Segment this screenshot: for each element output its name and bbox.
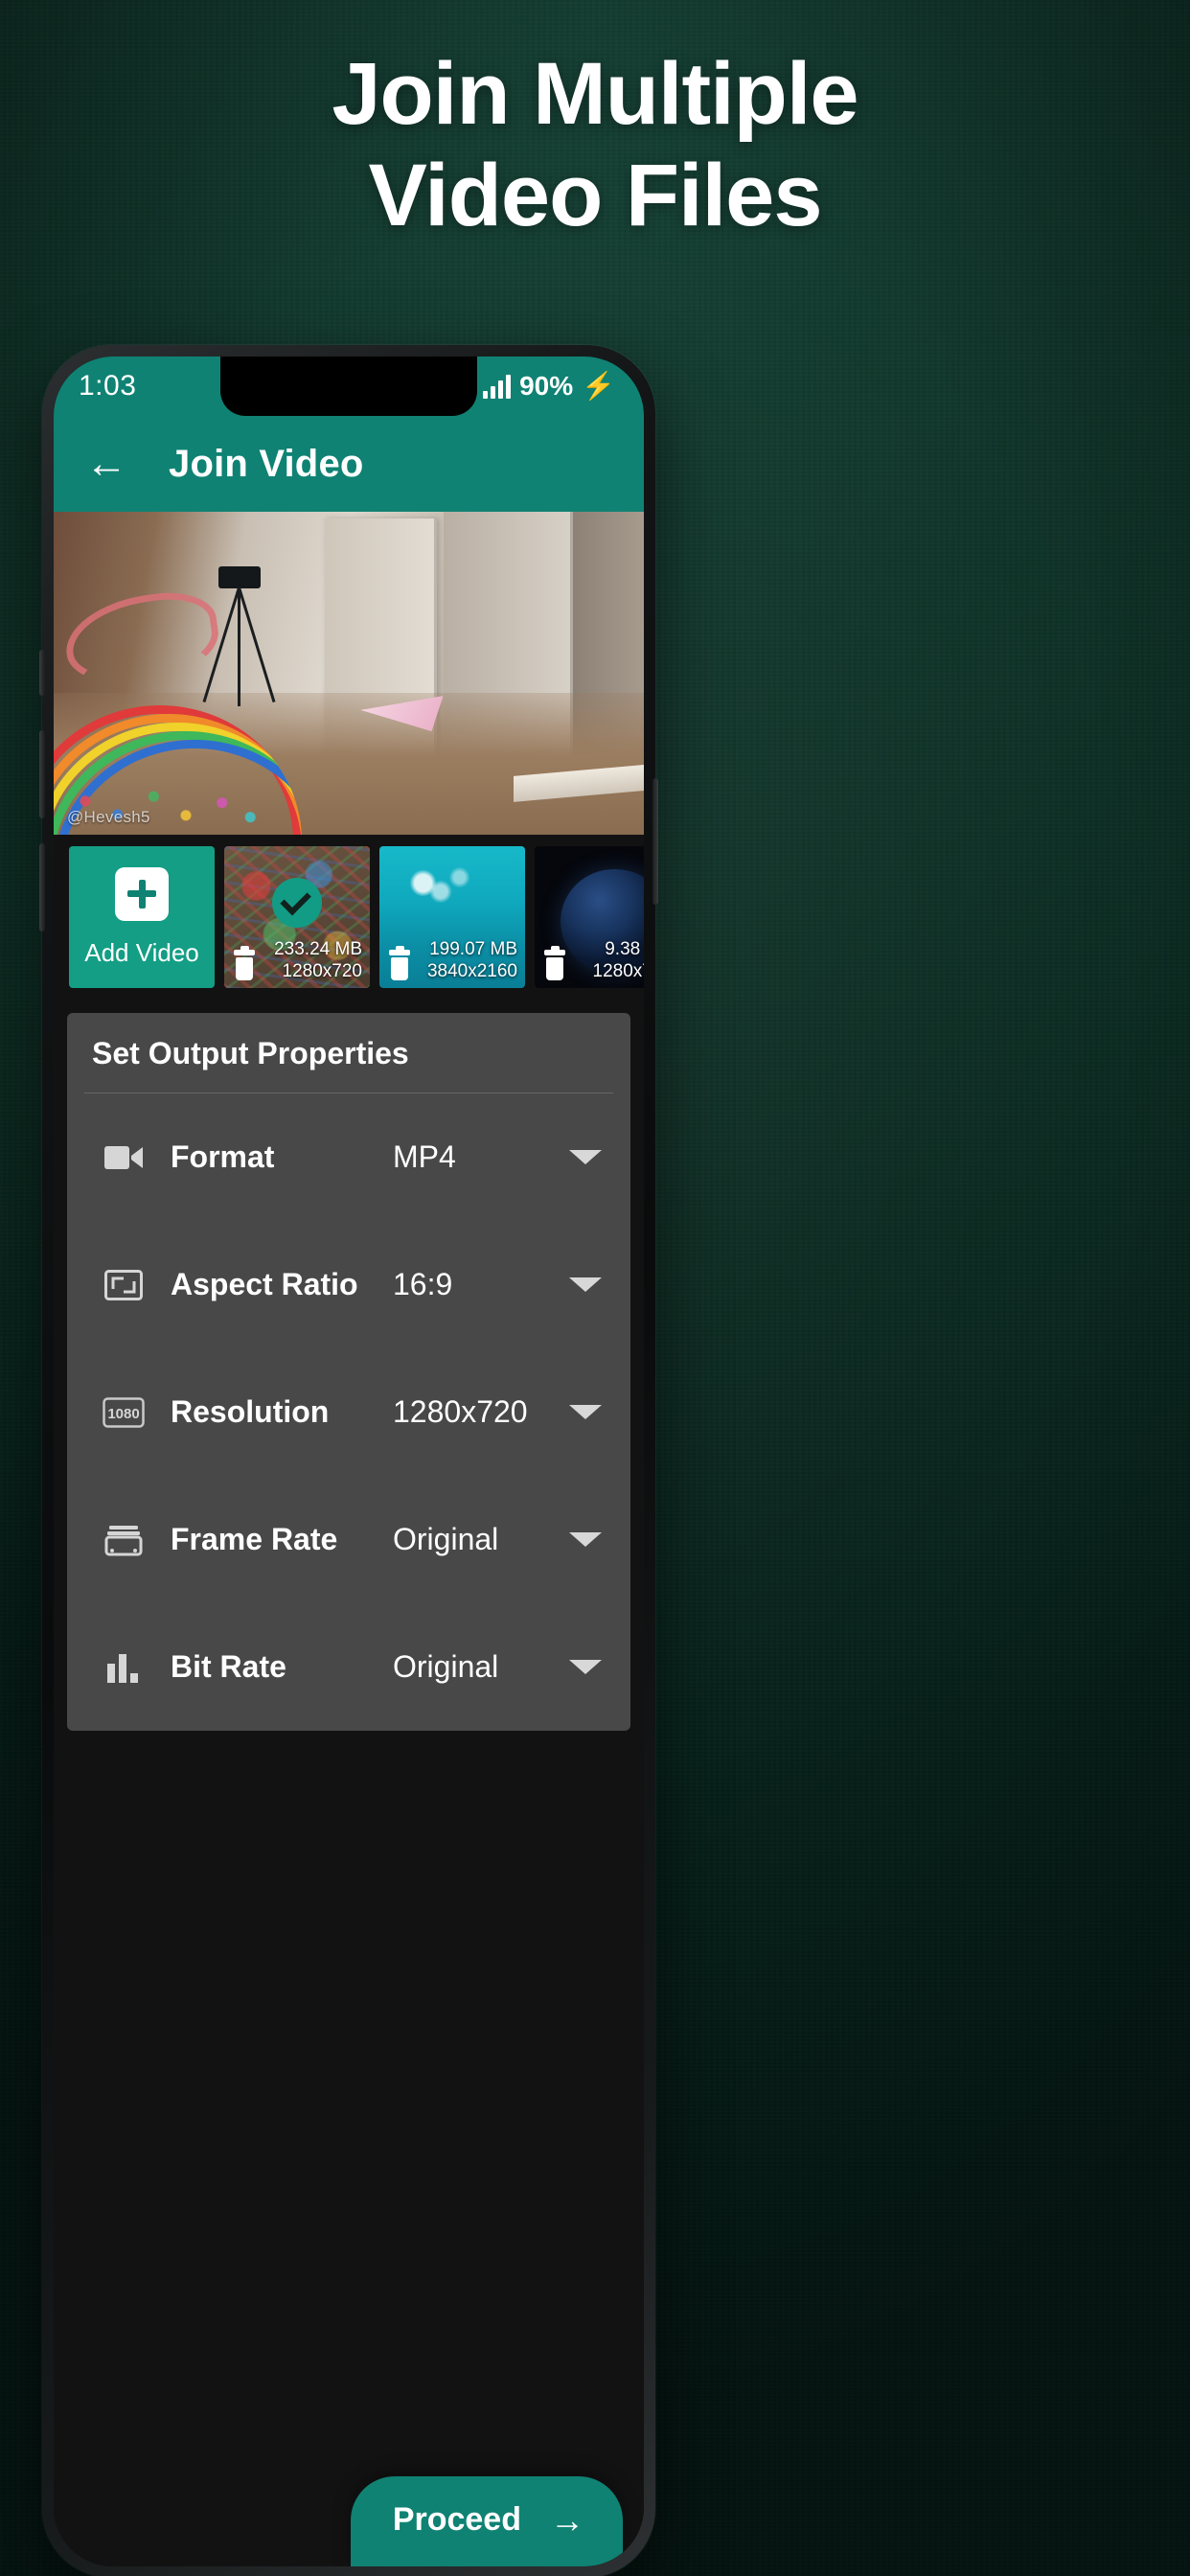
- property-row-aspect-ratio[interactable]: Aspect Ratio 16:9: [67, 1221, 630, 1348]
- property-row-format[interactable]: Format MP4: [67, 1093, 630, 1221]
- svg-text:1080: 1080: [107, 1406, 139, 1422]
- headline-line-1: Join Multiple: [332, 45, 858, 143]
- property-row-frame-rate[interactable]: Frame Rate Original: [67, 1476, 630, 1603]
- volume-down-button: [39, 843, 45, 932]
- back-arrow-icon[interactable]: ←: [84, 442, 128, 486]
- arrow-right-icon: →: [550, 2499, 584, 2540]
- property-label: Frame Rate: [171, 1522, 338, 1556]
- property-label: Resolution: [171, 1394, 330, 1429]
- thumbnail-size: 199.07 MB: [429, 938, 517, 959]
- video-thumbnail-item[interactable]: 233.24 MB 1280x720: [224, 846, 370, 988]
- property-value: Original: [393, 1649, 499, 1684]
- app-screen: 1:03 ⋮ 90% ⚡ ← Join Video: [54, 356, 644, 2566]
- delete-icon[interactable]: [542, 946, 567, 980]
- video-thumbnail-strip[interactable]: Add Video 233.24 MB 1280x720 199.07 MB 3…: [54, 835, 644, 998]
- property-value: Original: [393, 1522, 499, 1556]
- output-properties-title: Set Output Properties: [92, 1036, 409, 1070]
- chevron-down-icon[interactable]: [569, 1277, 602, 1292]
- power-button: [652, 778, 658, 905]
- videocam-icon: [102, 1144, 146, 1171]
- thumbnail-size: 233.24 MB: [274, 938, 362, 959]
- phone-screen-bezel: 1:03 ⋮ 90% ⚡ ← Join Video: [54, 356, 644, 2566]
- delete-icon[interactable]: [387, 946, 412, 980]
- property-value: 16:9: [393, 1267, 453, 1301]
- thumbnail-resolution: 3840x2160: [426, 960, 517, 981]
- property-row-resolution[interactable]: 1080 Resolution 1280x720: [67, 1348, 630, 1476]
- thumbnail-meta: 233.24 MB 1280x720: [274, 938, 362, 982]
- property-label: Format: [171, 1139, 275, 1174]
- delete-icon[interactable]: [232, 946, 257, 980]
- phone-mockup: 1:03 ⋮ 90% ⚡ ← Join Video: [39, 345, 658, 2576]
- signal-bars-icon-2: [483, 374, 512, 399]
- output-properties-card: Set Output Properties Format MP4 Aspect …: [67, 1013, 630, 1731]
- video-thumbnail-item[interactable]: 9.38 MB 1280x720: [535, 846, 644, 988]
- volume-up-button: [39, 730, 45, 818]
- property-label: Aspect Ratio: [171, 1267, 358, 1301]
- property-value: 1280x720: [393, 1394, 528, 1429]
- status-time: 1:03: [79, 370, 137, 402]
- thumbnail-resolution: 1280x720: [592, 960, 644, 981]
- chevron-down-icon[interactable]: [569, 1660, 602, 1674]
- property-row-bit-rate[interactable]: Bit Rate Original: [67, 1603, 630, 1731]
- add-video-label: Add Video: [84, 937, 199, 967]
- thumbnail-size: 9.38 MB: [605, 938, 644, 959]
- proceed-bar: Proceed →: [350, 2476, 623, 2566]
- output-properties-section: Set Output Properties Format MP4 Aspect …: [54, 998, 644, 2566]
- page-title: Join Video: [169, 442, 364, 485]
- selected-check-icon: [272, 878, 322, 929]
- resolution-icon: 1080: [102, 1396, 146, 1428]
- add-video-tile[interactable]: Add Video: [69, 846, 215, 988]
- chevron-down-icon[interactable]: [569, 1532, 602, 1547]
- preview-tripod: [202, 566, 276, 707]
- plus-icon: [115, 866, 169, 921]
- app-bar: ← Join Video: [54, 416, 644, 512]
- charging-bolt-icon: ⚡: [582, 371, 615, 401]
- battery-percent: 90%: [519, 371, 574, 401]
- proceed-label: Proceed: [392, 2501, 521, 2538]
- video-thumbnail-item[interactable]: 199.07 MB 3840x2160: [379, 846, 525, 988]
- thumbnail-meta: 9.38 MB 1280x720: [593, 938, 644, 982]
- promo-headline: Join Multiple Video Files: [0, 50, 1190, 240]
- preview-watermark: @Hevesh5: [67, 808, 150, 826]
- property-value: MP4: [393, 1139, 456, 1174]
- bar-chart-icon: [102, 1652, 146, 1683]
- film-strip-icon: [102, 1524, 146, 1556]
- thumbnail-resolution: 1280x720: [282, 960, 362, 981]
- phone-notch: [220, 356, 477, 416]
- aspect-ratio-icon: [102, 1269, 146, 1300]
- video-preview[interactable]: @Hevesh5: [54, 512, 644, 835]
- chevron-down-icon[interactable]: [569, 1150, 602, 1164]
- headline-line-2: Video Files: [368, 147, 822, 244]
- proceed-button[interactable]: Proceed →: [350, 2476, 623, 2566]
- chevron-down-icon[interactable]: [569, 1405, 602, 1419]
- mute-switch: [39, 650, 45, 696]
- thumbnail-meta: 199.07 MB 3840x2160: [427, 938, 517, 982]
- property-label: Bit Rate: [171, 1649, 286, 1684]
